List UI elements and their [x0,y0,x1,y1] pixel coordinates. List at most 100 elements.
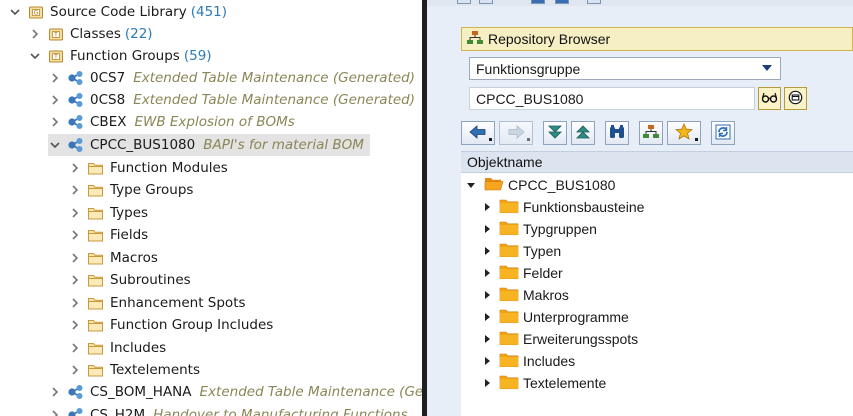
collapsed-triangle-icon[interactable] [485,247,490,255]
chevron-right-icon[interactable] [68,341,82,355]
chevron-right-icon[interactable] [68,363,82,377]
chevron-right-icon[interactable] [48,385,62,399]
tree-item-folder[interactable]: Types [68,202,148,224]
object-tree-node[interactable]: Textelemente [485,372,606,394]
object-tree-node-label: Erweiterungsspots [523,331,639,347]
collapsed-triangle-icon[interactable] [485,203,490,211]
hierarchy-icon [466,30,484,49]
next-object-button[interactable] [499,121,533,145]
object-tree-root-label: CPCC_BUS1080 [508,177,616,193]
chevron-right-icon[interactable] [68,251,82,265]
folder-icon [499,374,523,392]
chevron-right-icon[interactable] [68,318,82,332]
chevron-right-icon[interactable] [68,228,82,242]
collapsed-triangle-icon[interactable] [485,269,490,277]
object-tree-node[interactable]: Typgruppen [485,218,597,240]
sap-toolbar-clipped [427,0,853,6]
folder-icon [87,160,105,176]
tree-item-folder[interactable]: Fields [68,224,148,246]
object-tree-node-label: Includes [523,353,576,369]
object-type-dropdown[interactable]: Funktionsgruppe [469,57,781,80]
tree-item-source-code-library[interactable]: G Source Code Library (451) [8,1,227,23]
repository-browser-titlebar[interactable]: Repository Browser [461,27,853,51]
tree-item-folder[interactable]: Function Group Includes [68,314,273,336]
object-tree-node[interactable]: Includes [485,350,575,372]
collapse-all-button[interactable] [571,121,595,145]
folder-icon [499,264,523,282]
object-tree-node[interactable]: Typen [485,240,561,262]
chevron-down-icon[interactable] [28,49,42,63]
object-name-input[interactable]: CPCC_BUS1080 [469,87,755,110]
find-button[interactable] [605,121,629,145]
tree-item-function-group[interactable]: 0CS8 Extended Table Maintenance (Generat… [48,89,415,111]
chevron-right-icon[interactable] [48,93,62,107]
expand-all-button[interactable] [543,121,567,145]
tree-item-folder[interactable]: Enhancement Spots [68,292,246,314]
tree-item-function-group[interactable]: CBEX EWB Explosion of BOMs [48,111,295,133]
tree-item-function-group-selected[interactable]: CPCC_BUS1080 BAPI's for material BOM [48,134,370,156]
tree-item-function-group[interactable]: 0CS7 Extended Table Maintenance (Generat… [48,67,415,89]
tree-item-classes[interactable]: T Classes (22) [28,23,153,45]
tree-item-label: Textelements [110,362,201,378]
collapsed-triangle-icon[interactable] [485,379,490,387]
chevron-right-icon[interactable] [48,71,62,85]
item-count: (22) [124,26,153,42]
chevron-right-icon[interactable] [68,183,82,197]
tree-item-folder[interactable]: Subroutines [68,269,191,291]
chevron-right-icon[interactable] [68,273,82,287]
back-icon[interactable] [457,0,471,4]
clipboard-icon[interactable] [587,0,601,4]
object-tree-node[interactable]: Makros [485,284,569,306]
dropdown-arrow-icon[interactable] [762,65,772,71]
chevron-right-icon[interactable] [68,161,82,175]
object-tree-node-label: Unterprogramme [523,309,629,325]
chevron-down-icon[interactable] [8,5,22,19]
display-object-button[interactable] [758,87,781,110]
collapsed-triangle-icon[interactable] [485,313,490,321]
favorites-button[interactable] [667,121,701,145]
arrow-left-icon [469,124,487,142]
chevron-right-icon[interactable] [28,27,42,41]
tree-item-function-group[interactable]: CS_H2M Handover to Manufacturing Functio… [48,404,408,416]
tree-item-label: Type Groups [110,182,194,198]
tree-item-function-groups[interactable]: T Function Groups (59) [28,45,212,67]
object-tree-node[interactable]: Unterprogramme [485,306,629,328]
refresh-button[interactable] [711,121,735,145]
object-tree-node[interactable]: Felder [485,262,563,284]
edit-icon[interactable] [555,0,569,4]
tree-item-label: Classes [70,26,121,42]
tree-item-folder[interactable]: Macros [68,247,158,269]
collapsed-triangle-icon[interactable] [485,335,490,343]
tree-item-folder[interactable]: Function Modules [68,157,228,179]
column-header-objektname[interactable]: Objektname [461,151,853,173]
object-name-value: CPCC_BUS1080 [476,90,584,107]
tree-item-folder[interactable]: Textelements [68,359,200,381]
object-tree-node[interactable]: Funktionsbausteine [485,196,644,218]
function-group-icon [67,114,85,130]
chevron-right-icon[interactable] [48,115,62,129]
folder-icon [87,250,105,266]
collapsed-triangle-icon[interactable] [485,357,490,365]
object-tree-node-label: Typen [523,243,562,259]
tree-item-folder[interactable]: Includes [68,337,166,359]
tree-item-label: Fields [110,227,149,243]
tree-item-folder[interactable]: Type Groups [68,179,193,201]
forward-icon[interactable] [479,0,493,4]
object-tree-root[interactable]: CPCC_BUS1080 [467,174,615,196]
collapsed-triangle-icon[interactable] [485,291,490,299]
chevron-right-icon[interactable] [48,408,62,416]
hierarchy-button[interactable] [639,121,663,145]
tree-item-function-group[interactable]: CS_BOM_HANA Extended Table Maintenance (… [48,381,422,403]
expanded-triangle-icon[interactable] [467,182,475,188]
chevron-right-icon[interactable] [68,296,82,310]
previous-object-button[interactable] [461,121,495,145]
display-icon[interactable] [531,0,545,4]
tree-item-label: CPCC_BUS1080 [90,137,196,153]
object-list-button[interactable] [784,87,807,110]
item-count: (59) [183,48,212,64]
folder-icon [499,330,523,348]
object-tree-node[interactable]: Erweiterungsspots [485,328,638,350]
chevron-right-icon[interactable] [68,206,82,220]
chevron-down-icon[interactable] [48,138,62,152]
collapsed-triangle-icon[interactable] [485,225,490,233]
